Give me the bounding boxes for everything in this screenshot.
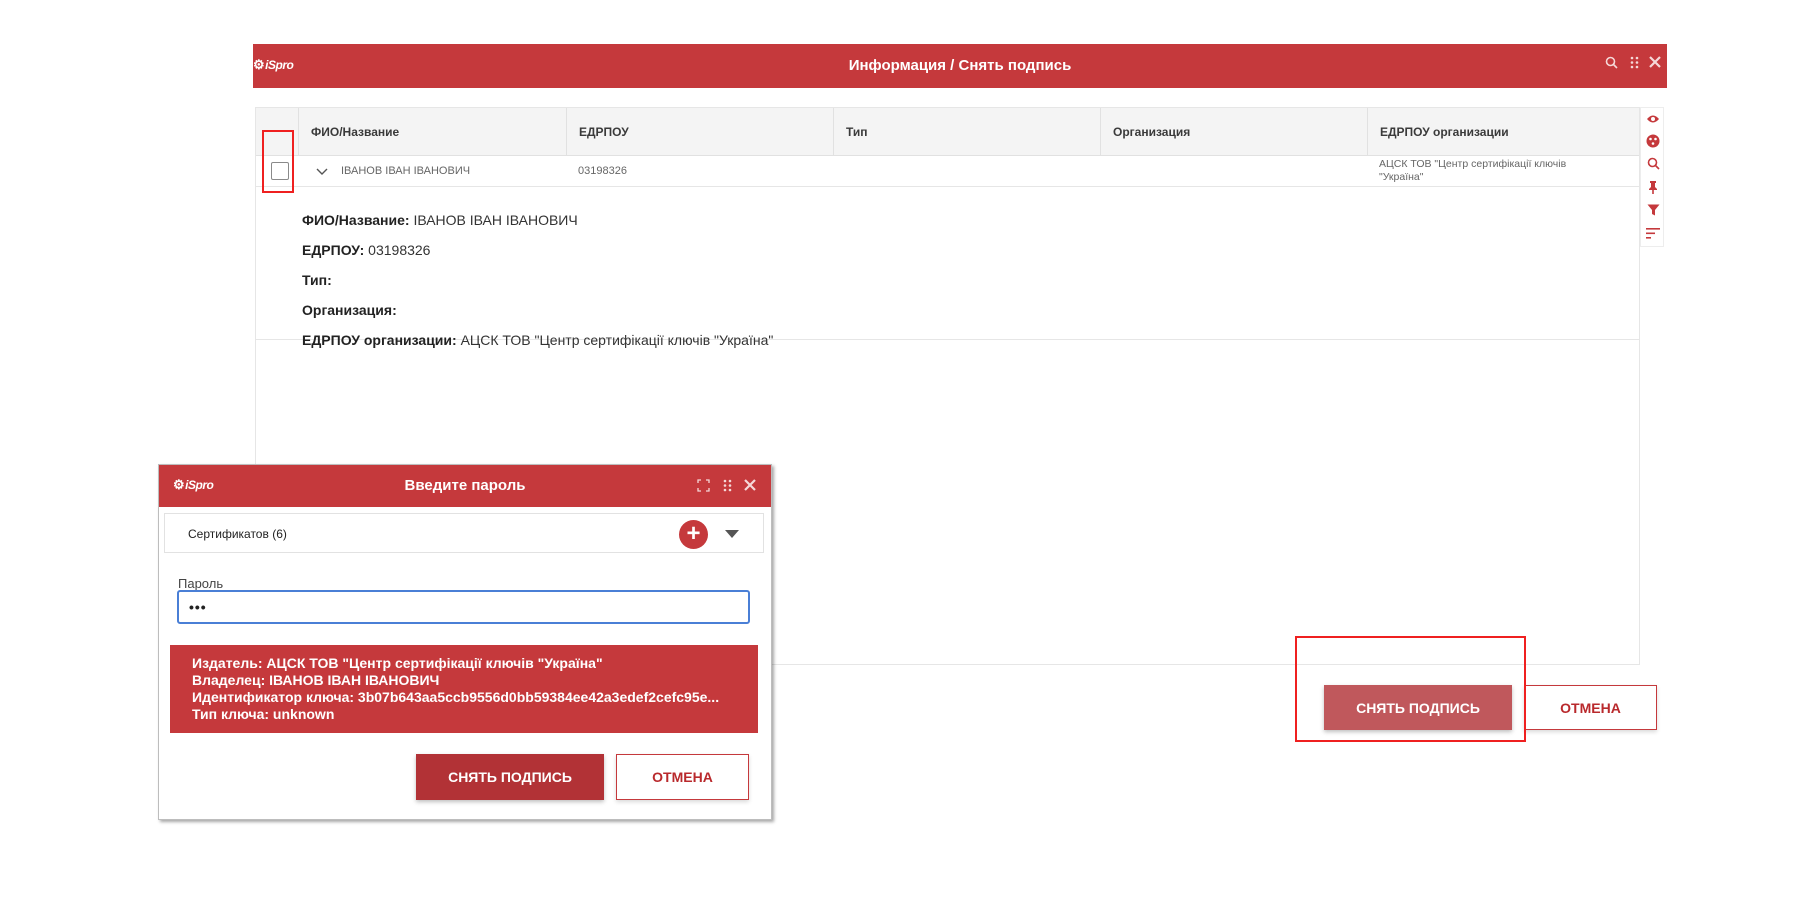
detail-type-label: Тип: — [302, 272, 332, 288]
password-input[interactable]: ••• — [177, 590, 750, 624]
detail-org-edrpou-label: ЕДРПОУ организации: — [302, 332, 457, 348]
detail-org-edrpou-value: АЦСК ТОВ "Центр сертифікації ключів "Укр… — [460, 332, 774, 348]
detail-type: Тип: — [302, 272, 332, 288]
drag-grip-icon[interactable] — [723, 479, 733, 495]
detail-edrpou-label: ЕДРПОУ: — [302, 242, 365, 258]
info-key-type: Тип ключа: unknown — [192, 706, 335, 722]
row-detail-panel: ФИО/Название: ІВАНОВ ІВАН ІВАНОВИЧ ЕДРПО… — [256, 188, 1639, 348]
palette-icon[interactable] — [1641, 134, 1665, 151]
dialog-remove-signature-button[interactable]: СНЯТЬ ПОДПИСЬ — [416, 754, 604, 800]
cancel-button[interactable]: ОТМЕНА — [1524, 685, 1657, 730]
dialog-titlebar: ⚙iSpro Введите пароль — [159, 465, 771, 507]
dialog-cancel-button[interactable]: ОТМЕНА — [616, 754, 749, 800]
detail-name-value: ІВАНОВ ІВАН ІВАНОВИЧ — [413, 212, 578, 228]
table-row[interactable]: ІВАНОВ ІВАН ІВАНОВИЧ 03198326 АЦСК ТОВ "… — [256, 156, 1639, 187]
column-header-organization[interactable]: Организация — [1100, 108, 1367, 156]
search-icon[interactable] — [1641, 157, 1665, 173]
column-header-name[interactable]: ФИО/Название — [298, 108, 566, 156]
highlight-button-annotation — [1295, 636, 1526, 742]
info-owner: Владелец: ІВАНОВ ІВАН ІВАНОВИЧ — [192, 672, 440, 688]
detail-edrpou: ЕДРПОУ: 03198326 — [302, 242, 430, 258]
cell-org-edrpou-line2: "Україна" — [1379, 171, 1424, 183]
column-header-org-edrpou[interactable]: ЕДРПОУ организации — [1367, 108, 1639, 156]
window-title: Информация / Снять подпись — [848, 57, 1072, 74]
detail-org-label: Организация: — [302, 302, 397, 318]
filter-icon[interactable] — [1641, 204, 1665, 219]
cell-org-edrpou: АЦСК ТОВ "Центр сертифікації ключів "Укр… — [1379, 158, 1589, 186]
column-header-type[interactable]: Тип — [833, 108, 1100, 156]
detail-organization: Организация: — [302, 302, 397, 318]
cell-name: ІВАНОВ ІВАН ІВАНОВИЧ — [341, 165, 471, 177]
column-header-edrpou[interactable]: ЕДРПОУ — [566, 108, 833, 156]
detail-edrpou-value: 03198326 — [368, 242, 431, 258]
pin-icon[interactable] — [1641, 180, 1665, 197]
detail-name-label: ФИО/Название: — [302, 212, 410, 228]
detail-name: ФИО/Название: ІВАНОВ ІВАН ІВАНОВИЧ — [302, 212, 578, 228]
expand-icon[interactable] — [697, 479, 710, 495]
info-key-id: Идентификатор ключа: 3b07b643aa5ccb9556d… — [192, 689, 720, 705]
sort-icon[interactable] — [1641, 227, 1665, 242]
detail-org-edrpou: ЕДРПОУ организации: АЦСК ТОВ "Центр серт… — [302, 332, 773, 348]
search-icon[interactable] — [1605, 56, 1618, 72]
add-certificate-button[interactable]: + — [679, 520, 708, 549]
eye-icon[interactable] — [1641, 112, 1665, 127]
info-issuer: Издатель: АЦСК ТОВ "Центр сертифікації к… — [192, 655, 603, 671]
grid-header: ФИО/Название ЕДРПОУ Тип Организация ЕДРП… — [256, 108, 1639, 156]
certificates-label: Сертификатов (6) — [188, 527, 287, 541]
password-dialog: ⚙iSpro Введите пароль Сертификатов (6) +… — [158, 464, 772, 820]
dropdown-arrow-icon[interactable] — [725, 530, 739, 538]
dialog-title: Введите пароль — [404, 477, 526, 494]
certificates-select[interactable]: Сертификатов (6) + — [164, 513, 764, 553]
close-icon[interactable] — [1649, 56, 1661, 71]
cell-edrpou: 03198326 — [578, 165, 627, 177]
side-toolbar — [1640, 107, 1664, 247]
cell-org-edrpou-line1: АЦСК ТОВ "Центр сертифікації ключів — [1379, 158, 1567, 170]
expand-chevron-icon[interactable] — [316, 156, 328, 187]
drag-grip-icon[interactable] — [1630, 56, 1640, 72]
certificate-info-box: Издатель: АЦСК ТОВ "Центр сертифікації к… — [170, 645, 758, 733]
highlight-checkbox-annotation — [262, 130, 294, 193]
password-label: Пароль — [178, 576, 224, 591]
main-titlebar: ⚙iSpro Информация / Снять подпись — [253, 44, 1667, 88]
close-icon[interactable] — [744, 479, 756, 494]
